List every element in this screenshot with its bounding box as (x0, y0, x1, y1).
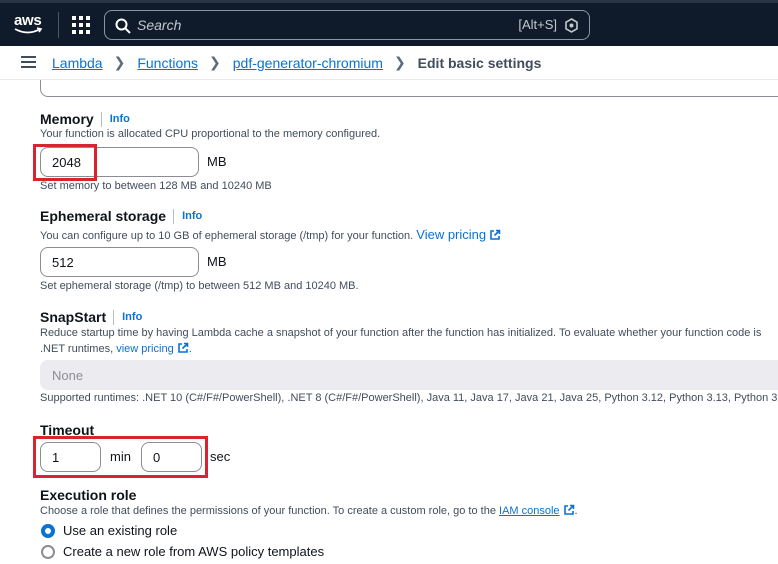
ephemeral-info-link[interactable]: Info (182, 210, 202, 222)
memory-info-link[interactable]: Info (110, 113, 130, 125)
nav-divider (58, 12, 59, 38)
memory-label: Memory Info (40, 111, 130, 127)
memory-description: Your function is allocated CPU proportio… (40, 128, 381, 140)
ephemeral-storage-input[interactable]: 512 (40, 247, 199, 277)
ephemeral-constraint: Set ephemeral storage (/tmp) to between … (40, 280, 359, 292)
breadcrumb-lambda[interactable]: Lambda (52, 55, 103, 71)
radio-label: Use an existing role (63, 523, 178, 538)
snapstart-label: SnapStart Info (40, 309, 142, 325)
memory-constraint: Set memory to between 128 MB and 10240 M… (40, 180, 272, 192)
snapstart-select: None (40, 360, 778, 390)
menu-icon[interactable] (21, 56, 36, 69)
search-icon (115, 18, 131, 34)
chevron-right-icon: ❯ (113, 54, 126, 70)
basic-settings-form: Memory Info Your function is allocated C… (0, 80, 778, 564)
radio-create-role-from-templates[interactable]: Create a new role from AWS policy templa… (41, 544, 324, 559)
breadcrumb-functions[interactable]: Functions (137, 55, 198, 71)
external-link-icon (563, 504, 574, 515)
chevron-right-icon: ❯ (209, 54, 221, 70)
radio-selected-icon (41, 523, 55, 538)
iam-console-link[interactable]: IAM console (499, 504, 575, 517)
search-bar[interactable]: Search [Alt+S] (104, 10, 590, 40)
aws-logo[interactable]: aws (14, 12, 44, 38)
snapstart-supported-runtimes: Supported runtimes: .NET 10 (C#/F#/Power… (40, 392, 778, 404)
top-navigation: aws Search [Alt+S] (0, 0, 778, 46)
radio-unselected-icon (41, 544, 55, 559)
snapstart-description: Reduce startup time by having Lambda cac… (40, 327, 762, 339)
search-placeholder: Search (137, 17, 182, 33)
memory-label-text: Memory (40, 111, 94, 127)
ephemeral-label-text: Ephemeral storage (40, 208, 167, 224)
services-grid-icon[interactable] (72, 16, 90, 34)
breadcrumb-current: Edit basic settings (417, 54, 542, 71)
divider (173, 208, 175, 224)
snapstart-label-text: SnapStart (40, 309, 107, 325)
ephemeral-storage-label: Ephemeral storage Info (40, 208, 202, 224)
snapstart-description-2: .NET runtimes, view pricing. (40, 342, 192, 355)
radio-label: Create a new role from AWS policy templa… (63, 544, 325, 559)
divider (113, 309, 115, 325)
amazon-q-icon[interactable] (564, 18, 579, 33)
view-pricing-link[interactable]: View pricing (416, 227, 501, 242)
snapstart-info-link[interactable]: Info (122, 311, 142, 323)
ephemeral-unit: MB (207, 254, 227, 269)
breadcrumb-function-name[interactable]: pdf-generator-chromium (233, 55, 383, 71)
external-link-icon (490, 229, 501, 240)
search-shortcut: [Alt+S] (518, 17, 557, 32)
execution-role-description: Choose a role that defines the permissio… (40, 504, 578, 517)
description-textarea-bottom[interactable] (40, 80, 778, 97)
snapstart-view-pricing-link[interactable]: view pricing (116, 342, 188, 355)
chevron-right-icon: ❯ (393, 54, 406, 70)
timeout-sec-unit: sec (210, 449, 231, 464)
breadcrumb-bar: Lambda ❯ Functions ❯ pdf-generator-chrom… (0, 46, 778, 80)
aws-smile-icon (14, 27, 43, 34)
execution-role-label-text: Execution role (40, 487, 137, 503)
divider (100, 111, 102, 127)
execution-role-label: Execution role (40, 487, 136, 503)
timeout-highlight-box (33, 436, 208, 478)
ephemeral-description: You can configure up to 10 GB of ephemer… (40, 227, 501, 242)
external-link-icon (177, 342, 188, 353)
memory-highlight-box (33, 144, 97, 181)
breadcrumb: Lambda ❯ Functions ❯ pdf-generator-chrom… (52, 54, 541, 71)
radio-use-existing-role[interactable]: Use an existing role (41, 523, 177, 538)
memory-unit: MB (207, 154, 227, 169)
